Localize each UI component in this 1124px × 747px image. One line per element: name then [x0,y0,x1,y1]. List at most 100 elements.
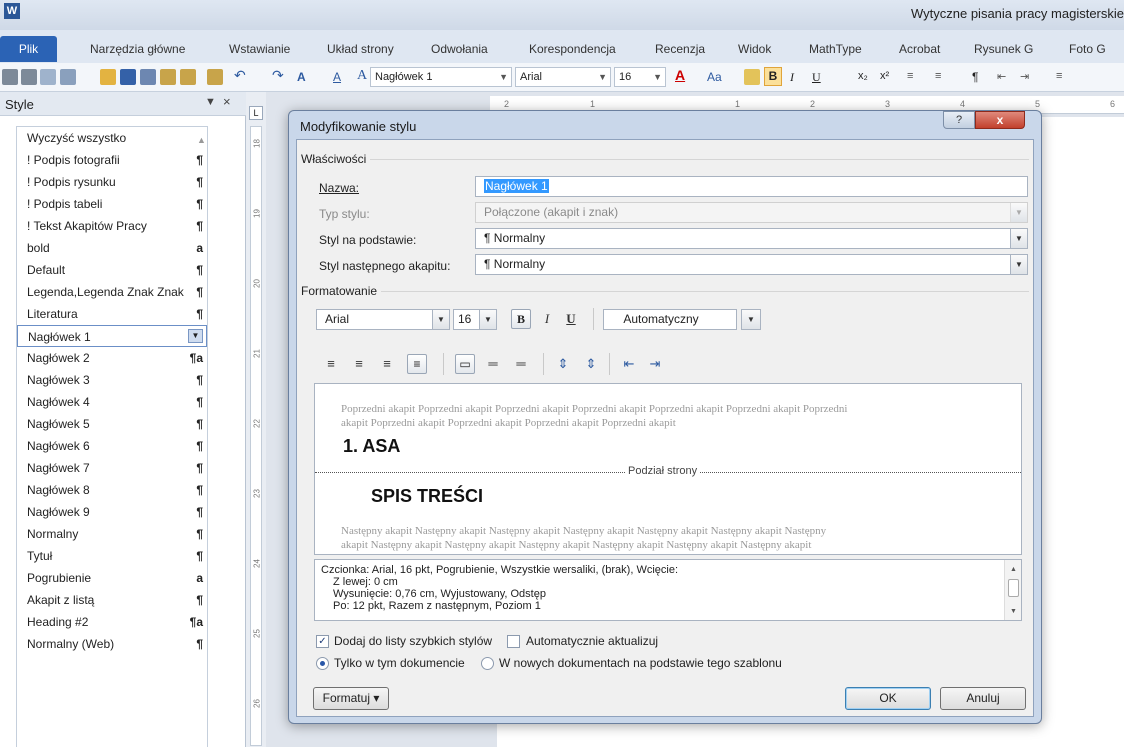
scroll-up-icon[interactable]: ▲ [1010,564,1017,576]
list-item[interactable]: Default ¶ [17,259,207,281]
save-as-icon[interactable] [140,69,156,85]
save-icon[interactable] [120,69,136,85]
tab-selector-icon[interactable]: L [249,106,263,120]
tab-mailings[interactable]: Korespondencja [529,42,616,56]
clipboard-icon[interactable] [207,69,223,85]
list-item[interactable]: ! Podpis rysunku ¶ [17,171,207,193]
table-icon[interactable] [60,69,76,85]
align-left-icon[interactable]: ≡ [1056,70,1062,82]
vertical-ruler-strip[interactable]: 18 19 20 21 22 23 24 25 26 [250,126,262,746]
subscript-icon[interactable]: x₂ [858,70,868,82]
list-item[interactable]: Nagłówek 3 ¶ [17,369,207,391]
close-icon[interactable]: × [223,94,231,109]
align-left-icon[interactable]: ≡ [321,354,341,374]
redo-icon[interactable]: ↷ [272,67,284,84]
ok-button[interactable]: OK [845,687,931,710]
one-half-spacing-icon[interactable]: ═ [483,354,503,374]
font-select[interactable]: Arial ▼ [316,309,450,330]
list-item[interactable]: ! Podpis fotografii ¶ [17,149,207,171]
italic-button[interactable]: I [537,309,557,329]
auto-update-checkbox[interactable] [507,635,520,648]
close-button[interactable]: x [975,111,1025,129]
chevron-down-icon[interactable]: ▼ [432,310,449,329]
numbering-icon[interactable]: ≡ [935,70,941,82]
next-style-select[interactable]: ¶ Normalny ▼ [475,254,1028,275]
list-item[interactable]: Normalny ¶ [17,523,207,545]
style-combo[interactable]: Nagłówek 1 ▼ [370,67,512,87]
tab-page-layout[interactable]: Układ strony [327,42,394,56]
help-button[interactable]: ? [943,111,975,129]
list-item[interactable]: Pogrubienie a [17,567,207,589]
increase-spacing-icon[interactable]: ⇕ [553,354,573,374]
underline-button[interactable]: U [561,309,581,329]
description-scrollbar[interactable]: ▲ ▼ [1004,560,1021,620]
format-button[interactable]: Formatuj ▾ [313,687,389,710]
text-effects-icon[interactable]: A [297,70,306,84]
word-app-icon[interactable]: W [4,3,20,19]
only-this-document-radio[interactable] [316,657,329,670]
chevron-down-icon[interactable]: ▼ [742,310,760,329]
list-item[interactable]: Normalny (Web) ¶ [17,633,207,655]
list-item[interactable]: Literatura ¶ [17,303,207,325]
decrease-indent-icon[interactable]: ⇤ [619,354,639,374]
list-item[interactable]: Nagłówek 6 ¶ [17,435,207,457]
chevron-down-icon[interactable]: ▼ [1010,229,1027,248]
based-on-select[interactable]: ¶ Normalny ▼ [475,228,1028,249]
list-item-selected[interactable]: Nagłówek 1 ▼ [17,325,207,347]
decrease-spacing-icon[interactable]: ⇕ [581,354,601,374]
list-item[interactable]: bold a [17,237,207,259]
tab-foto-g[interactable]: Foto G [1069,42,1106,56]
list-item[interactable]: ! Tekst Akapitów Pracy ¶ [17,215,207,237]
list-item[interactable]: Nagłówek 8 ¶ [17,479,207,501]
list-item[interactable]: Nagłówek 7 ¶ [17,457,207,479]
highlight-icon[interactable] [744,69,760,85]
list-item[interactable]: Wyczyść wszystko [17,127,207,149]
increase-indent-icon[interactable]: ⇥ [645,354,665,374]
font-color-icon[interactable]: A [675,67,685,83]
double-spacing-icon[interactable]: ═ [511,354,531,374]
paste-icon[interactable] [160,69,176,85]
undo-icon[interactable]: ↶ [234,67,246,84]
tab-rysunek-g[interactable]: Rysunek G [974,42,1033,56]
tab-home[interactable]: Narzędzia główne [90,42,185,56]
bold-button[interactable]: B [511,309,531,329]
color-dropdown[interactable]: ▼ [741,309,761,330]
pane-menu-icon[interactable]: ▼ [205,96,216,108]
tab-view[interactable]: Widok [738,42,771,56]
line-spacing-icon[interactable]: ≡ [907,70,913,82]
single-spacing-icon[interactable]: ▭ [455,354,475,374]
tab-file[interactable]: Plik [0,36,57,62]
change-case-icon[interactable]: Aa [707,70,722,84]
cancel-button[interactable]: Anuluj [940,687,1026,710]
tab-insert[interactable]: Wstawianie [229,42,290,56]
tab-references[interactable]: Odwołania [431,42,488,56]
decrease-indent-icon[interactable]: ⇤ [997,70,1006,83]
list-item[interactable]: Legenda,Legenda Znak Znak ¶ [17,281,207,303]
name-input[interactable]: Nagłówek 1 [475,176,1028,197]
font-combo[interactable]: Arial ▼ [515,67,611,87]
list-item[interactable]: Akapit z listą ¶ [17,589,207,611]
list-item[interactable]: Nagłówek 2 ¶a [17,347,207,369]
add-quick-styles-checkbox[interactable]: ✓ [316,635,329,648]
tab-mathtype[interactable]: MathType [809,42,862,56]
list-item[interactable]: Nagłówek 5 ¶ [17,413,207,435]
open-folder-icon[interactable] [100,69,116,85]
justify-icon[interactable]: ≡ [407,354,427,374]
styles-icon[interactable]: A [357,68,367,84]
list-item[interactable]: ! Podpis tabeli ¶ [17,193,207,215]
scroll-thumb[interactable] [1008,579,1019,597]
print-preview-icon[interactable] [2,69,18,85]
print-icon[interactable] [21,69,37,85]
list-item[interactable]: Nagłówek 4 ¶ [17,391,207,413]
chevron-down-icon[interactable]: ▼ [188,329,203,343]
align-right-icon[interactable]: ≡ [377,354,397,374]
color-select[interactable]: Automatyczny [603,309,737,330]
superscript-icon[interactable]: x² [880,70,889,82]
italic-toggle[interactable]: I [790,70,794,85]
style-inspector-icon[interactable]: A [333,70,341,84]
chevron-down-icon[interactable]: ▼ [479,310,496,329]
paste-special-icon[interactable] [180,69,196,85]
font-size-combo[interactable]: 16 ▼ [614,67,666,87]
list-item[interactable]: Tytuł ¶ [17,545,207,567]
chevron-down-icon[interactable]: ▼ [1010,255,1027,274]
